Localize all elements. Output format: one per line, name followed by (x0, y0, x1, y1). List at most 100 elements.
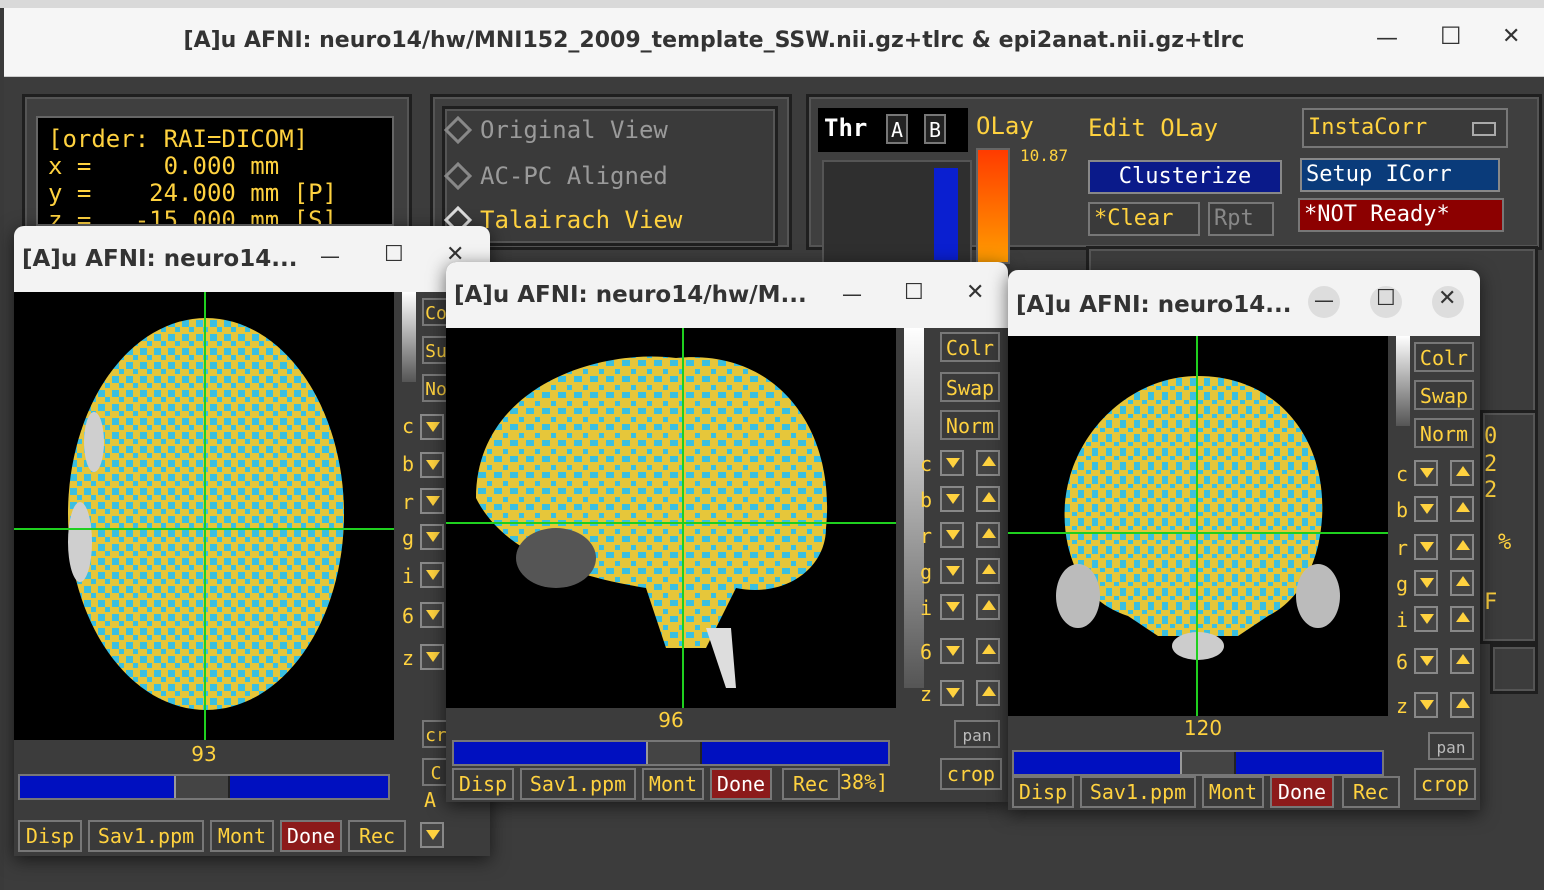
b-button[interactable]: B (924, 114, 946, 144)
main-titlebar[interactable]: [A]u AFNI: neuro14/hw/MNI152_2009_templa… (4, 8, 1544, 77)
arrow-up-icon[interactable] (976, 638, 1000, 664)
arrow-down-icon[interactable] (1414, 606, 1438, 632)
minimize-icon[interactable]: — (842, 282, 862, 306)
sagittal-disp-button[interactable]: Disp (452, 768, 514, 800)
arrow-up-icon[interactable] (1450, 606, 1474, 632)
close-icon[interactable]: ✕ (1502, 24, 1520, 49)
minimize-icon[interactable]: — (1376, 26, 1398, 51)
coronal-slice-number: 120 (1183, 716, 1223, 740)
sagittal-save-button[interactable]: Sav1.ppm (520, 768, 636, 800)
clear-button[interactable]: *Clear (1088, 202, 1200, 236)
arrow-down-icon[interactable] (420, 644, 444, 670)
arrow-down-icon[interactable] (420, 602, 444, 628)
sagittal-mont-button[interactable]: Mont (642, 768, 704, 800)
arrow-up-icon[interactable] (1450, 692, 1474, 718)
slider-knob[interactable] (646, 742, 702, 764)
sagittal-done-button[interactable]: Done (710, 768, 772, 800)
arrow-down-icon[interactable] (420, 414, 444, 440)
axial-mont-button[interactable]: Mont (210, 820, 274, 852)
clusterize-button[interactable]: Clusterize (1088, 160, 1282, 194)
sagittal-pan-button[interactable]: pan (954, 720, 1000, 748)
acpc-view-radio[interactable]: AC-PC Aligned (443, 161, 668, 191)
sagittal-swap-button[interactable]: Swap (940, 372, 1000, 402)
arrow-down-icon[interactable] (1414, 460, 1438, 486)
arrow-down-icon[interactable] (940, 450, 964, 476)
thr-label: Thr (824, 114, 868, 142)
arrow-down-icon[interactable] (420, 524, 444, 550)
arrow-up-icon[interactable] (976, 558, 1000, 584)
rpt-button[interactable]: Rpt (1208, 202, 1274, 236)
arrow-up-icon[interactable] (976, 522, 1000, 548)
coronal-rec-button[interactable]: Rec (1342, 776, 1400, 808)
edit-olay-label[interactable]: Edit OLay (1088, 114, 1218, 142)
arrow-down-icon[interactable] (940, 522, 964, 548)
arrow-up-icon[interactable] (976, 680, 1000, 706)
arrow-down-icon[interactable] (940, 594, 964, 620)
olay-colorbar[interactable] (976, 148, 1010, 264)
sagittal-titlebar[interactable]: [A]u AFNI: neuro14/hw/M... — ☐ ✕ (446, 262, 1008, 328)
axial-done-button[interactable]: Done (280, 820, 342, 852)
coronal-pan-button[interactable]: pan (1428, 732, 1474, 760)
arrow-up-icon[interactable] (1450, 534, 1474, 560)
close-icon[interactable]: ✕ (1438, 286, 1456, 311)
coronal-slice-slider[interactable] (1012, 750, 1384, 776)
arrow-up-icon[interactable] (1450, 648, 1474, 674)
arrow-down-icon[interactable] (940, 680, 964, 706)
arrow-down-icon[interactable] (940, 486, 964, 512)
maximize-icon[interactable]: ☐ (904, 280, 924, 305)
close-icon[interactable]: ✕ (966, 280, 984, 305)
threshold-bar[interactable] (934, 168, 958, 260)
coronal-6-label: 6 (1396, 650, 1409, 674)
sagittal-slice-slider[interactable] (452, 740, 890, 766)
coronal-image[interactable] (1008, 336, 1388, 716)
coronal-save-button[interactable]: Sav1.ppm (1080, 776, 1196, 808)
arrow-up-icon[interactable] (976, 486, 1000, 512)
axial-titlebar[interactable]: [A]u AFNI: neuro14... — ☐ ✕ (14, 226, 490, 292)
axial-save-button[interactable]: Sav1.ppm (88, 820, 204, 852)
coronal-done-button[interactable]: Done (1270, 776, 1334, 808)
arrow-down-icon[interactable] (940, 638, 964, 664)
arrow-down-icon[interactable] (1414, 648, 1438, 674)
axial-rec-button[interactable]: Rec (348, 820, 406, 852)
arrow-down-icon[interactable] (420, 488, 444, 514)
arrow-up-icon[interactable] (976, 594, 1000, 620)
arrow-up-icon[interactable] (1450, 496, 1474, 522)
maximize-icon[interactable]: ☐ (384, 242, 404, 267)
arrow-up-icon[interactable] (1450, 460, 1474, 486)
arrow-down-icon[interactable] (1414, 534, 1438, 560)
axial-slice-slider[interactable] (18, 774, 390, 800)
arrow-up-icon[interactable] (1450, 570, 1474, 596)
sagittal-norm-button[interactable]: Norm (940, 410, 1000, 440)
maximize-icon[interactable]: ☐ (1440, 22, 1462, 50)
coronal-colr-button[interactable]: Colr (1414, 342, 1474, 372)
coronal-disp-button[interactable]: Disp (1012, 776, 1074, 808)
arrow-up-icon[interactable] (976, 450, 1000, 476)
coronal-titlebar[interactable]: [A]u AFNI: neuro14... — ☐ ✕ (1008, 270, 1480, 336)
original-view-radio[interactable]: Original View (443, 115, 668, 145)
arrow-down-icon[interactable] (420, 452, 444, 478)
axial-disp-button[interactable]: Disp (18, 820, 82, 852)
coronal-mont-button[interactable]: Mont (1202, 776, 1264, 808)
coronal-crop-button[interactable]: crop (1414, 768, 1476, 800)
sagittal-colr-button[interactable]: Colr (940, 332, 1000, 362)
arrow-down-icon[interactable] (420, 562, 444, 588)
arrow-down-icon[interactable] (1414, 496, 1438, 522)
arrow-down-icon[interactable] (420, 822, 444, 848)
a-button[interactable]: A (886, 114, 908, 144)
arrow-down-icon[interactable] (1414, 692, 1438, 718)
sagittal-image[interactable] (446, 328, 896, 708)
slider-knob[interactable] (1180, 752, 1236, 774)
coronal-swap-button[interactable]: Swap (1414, 380, 1474, 410)
minimize-icon[interactable]: — (320, 244, 340, 268)
arrow-down-icon[interactable] (1414, 570, 1438, 596)
slider-knob[interactable] (174, 776, 230, 798)
sagittal-rec-button[interactable]: Rec (782, 768, 840, 800)
coronal-norm-button[interactable]: Norm (1414, 418, 1474, 448)
maximize-icon[interactable]: ☐ (1376, 286, 1396, 311)
arrow-down-icon[interactable] (940, 558, 964, 584)
setup-icorr-button[interactable]: Setup ICorr (1300, 158, 1500, 192)
sagittal-crop-button[interactable]: crop (940, 758, 1002, 790)
minimize-icon[interactable]: — (1314, 288, 1334, 312)
axial-image[interactable] (14, 292, 394, 740)
instacorr-menu[interactable]: InstaCorr (1302, 108, 1508, 148)
